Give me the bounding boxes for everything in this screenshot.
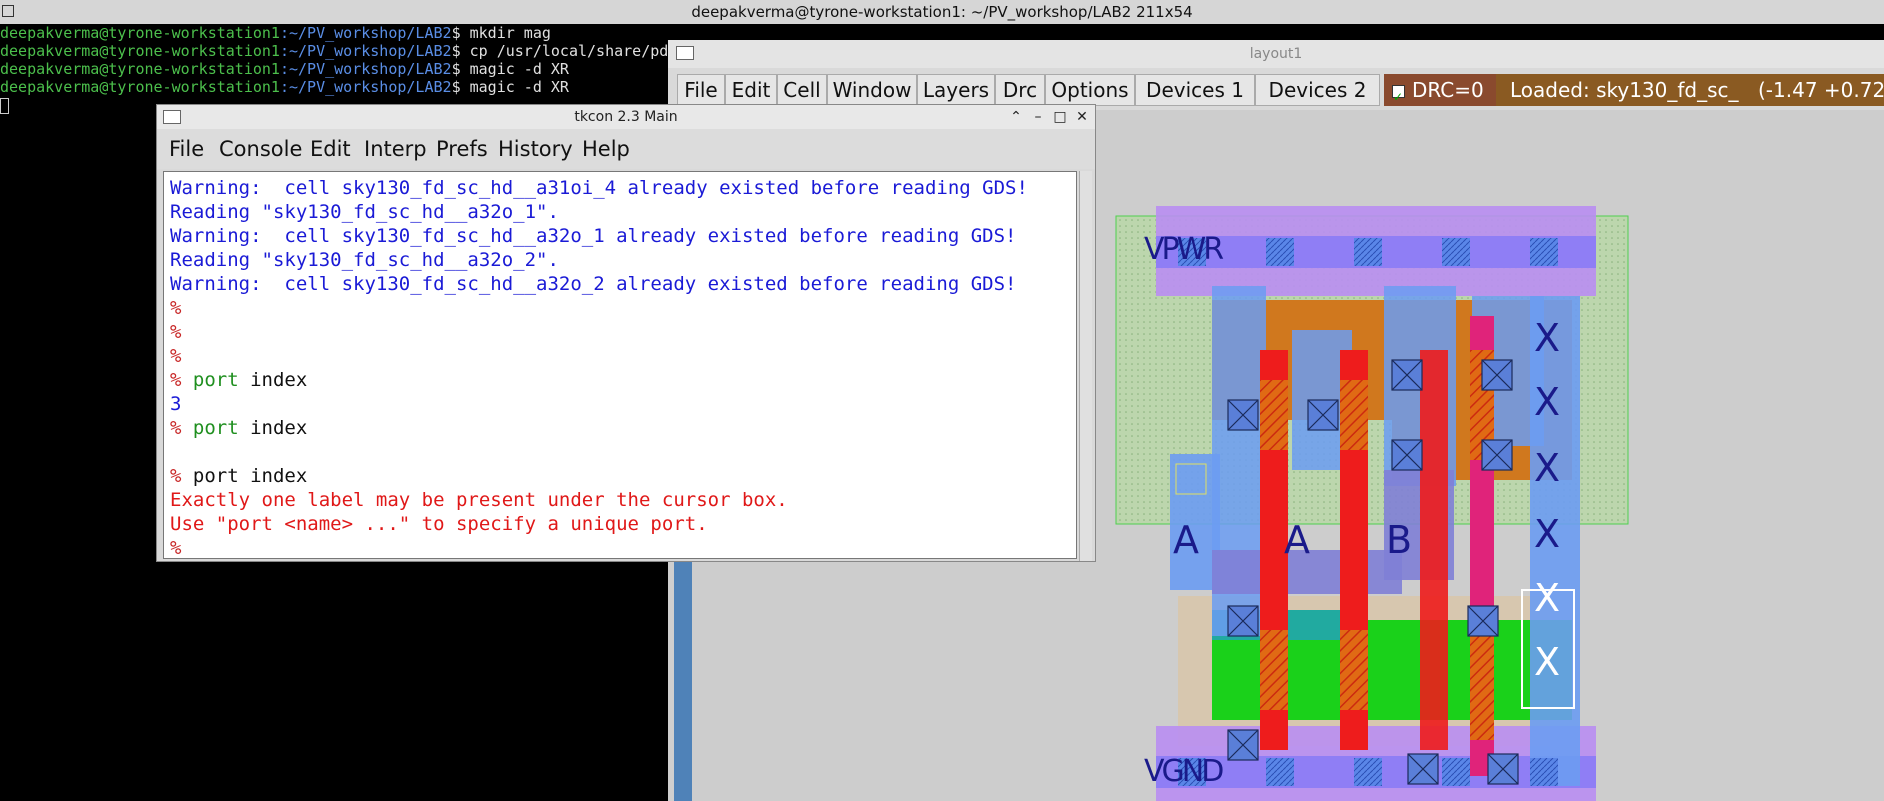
pmos-channel-1 [1260, 380, 1288, 450]
console-line: 3 [170, 393, 182, 415]
console-prompt: % [170, 417, 193, 439]
maximize-icon[interactable]: □ [1051, 108, 1069, 126]
tkcon-menu-file[interactable]: File [169, 137, 204, 161]
label-vpwr: VPWR [1144, 232, 1224, 267]
terminal-path: :~/PV_workshop/LAB2 [279, 42, 452, 60]
console-command: port [192, 369, 239, 391]
tkcon-scrollbar[interactable] [1079, 171, 1092, 561]
console-line: % [170, 537, 182, 559]
layout-menu-edit[interactable]: Edit [725, 74, 777, 106]
label-x-2: X [1534, 380, 1561, 424]
console-lines: Warning: cell sky130_fd_sc_hd__a31oi_4 a… [170, 176, 1076, 559]
layout-title-bar[interactable]: layout1 [668, 40, 1884, 68]
loaded-cell-status: Loaded: sky130_fd_sc_ (-1.47 +0.72 [1496, 74, 1884, 106]
console-prompt: % [170, 369, 193, 391]
layout-title: layout1 [1249, 46, 1303, 62]
tkcon-window: tkcon 2.3 Main ⌃ – □ ✕ File Console Edit… [156, 104, 1096, 562]
tkcon-menu-edit[interactable]: Edit [310, 137, 351, 161]
console-argument: index [238, 369, 308, 391]
layout-menu-cell[interactable]: Cell [777, 74, 827, 106]
label-x-4: X [1534, 512, 1561, 556]
tkcon-menu-help[interactable]: Help [582, 137, 630, 161]
label-vgnd: VGND [1144, 754, 1224, 789]
nmos-channel-2 [1340, 630, 1368, 710]
console-line: % [170, 345, 182, 367]
tkcon-console[interactable]: Warning: cell sky130_fd_sc_hd__a31oi_4 a… [163, 171, 1077, 559]
poly-gate-3 [1420, 350, 1448, 750]
console-line: % port index [170, 416, 1076, 440]
terminal-lines: deepakverma@tyrone-workstation1:~/PV_wor… [0, 24, 670, 114]
terminal-path: :~/PV_workshop/LAB2 [279, 78, 452, 96]
drc-toggle-button[interactable]: DRC=0 [1384, 74, 1496, 113]
terminal-user: deepakverma@tyrone-workstation1 [0, 60, 280, 78]
shade-icon[interactable]: ⌃ [1007, 108, 1025, 126]
label-x-1: X [1534, 316, 1561, 360]
terminal-command: $ mkdir mag [451, 24, 551, 42]
console-line: % [170, 297, 182, 319]
layout-menu-devices-1[interactable]: Devices 1 [1135, 74, 1255, 106]
terminal-cursor [0, 97, 9, 114]
console-argument: index [238, 417, 308, 439]
layout-menu-options[interactable]: Options [1045, 74, 1135, 106]
console-prompt: % [170, 465, 193, 487]
window-menu-icon[interactable] [676, 46, 694, 60]
console-line: Warning: cell sky130_fd_sc_hd__a32o_2 al… [170, 273, 1017, 295]
terminal-path: :~/PV_workshop/LAB2 [279, 24, 452, 42]
cursor-coords: (-1.47 +0.72 [1758, 78, 1884, 102]
console-line: Use "port <name> ..." to specify a uniqu… [170, 513, 708, 535]
terminal-user: deepakverma@tyrone-workstation1 [0, 42, 280, 60]
terminal-line: deepakverma@tyrone-workstation1:~/PV_wor… [0, 24, 670, 42]
nmos-channel-4 [1470, 630, 1494, 740]
terminal-command: $ magic -d XR [451, 60, 569, 78]
label-b: B [1386, 518, 1413, 562]
terminal-path: :~/PV_workshop/LAB2 [279, 60, 452, 78]
terminal-command: $ cp /usr/local/share/pdk [451, 42, 670, 60]
terminal-line: deepakverma@tyrone-workstation1:~/PV_wor… [0, 60, 670, 78]
layout-menu-window[interactable]: Window [827, 74, 917, 106]
terminal-window-icon[interactable] [2, 5, 14, 17]
terminal-command: $ magic -d XR [451, 78, 569, 96]
console-line: Reading "sky130_fd_sc_hd__a32o_2". [170, 249, 559, 271]
nmos-channel-1 [1260, 630, 1288, 710]
console-line: Warning: cell sky130_fd_sc_hd__a31oi_4 a… [170, 177, 1028, 199]
tkcon-menu-bar: File Console Edit Interp Prefs History H… [157, 129, 1095, 169]
tkcon-menu-interp[interactable]: Interp [364, 137, 427, 161]
minimize-icon[interactable]: – [1029, 108, 1047, 126]
layout-menu-file[interactable]: File [677, 74, 725, 106]
label-x-5: X [1534, 576, 1561, 620]
console-line: Reading "sky130_fd_sc_hd__a32o_1". [170, 201, 559, 223]
tkcon-menu-prefs[interactable]: Prefs [436, 137, 488, 161]
drc-count-label: DRC=0 [1412, 78, 1484, 102]
terminal-line: deepakverma@tyrone-workstation1:~/PV_wor… [0, 78, 670, 96]
label-a1: A [1173, 518, 1199, 562]
label-x-6: X [1534, 640, 1561, 684]
console-line: % port index [170, 368, 1076, 392]
layout-menu-devices-2[interactable]: Devices 2 [1255, 74, 1380, 106]
terminal-title-bar[interactable]: deepakverma@tyrone-workstation1: ~/PV_wo… [0, 0, 1884, 24]
close-icon[interactable]: ✕ [1073, 108, 1091, 126]
drc-checkbox[interactable] [1392, 81, 1405, 113]
terminal-title: deepakverma@tyrone-workstation1: ~/PV_wo… [691, 3, 1193, 21]
layout-menu-drc[interactable]: Drc [995, 74, 1045, 106]
tkcon-menu-history[interactable]: History [498, 137, 573, 161]
console-line: % [170, 321, 182, 343]
window-menu-icon[interactable] [163, 110, 181, 124]
terminal-user: deepakverma@tyrone-workstation1 [0, 78, 280, 96]
tkcon-title: tkcon 2.3 Main [574, 109, 678, 125]
console-line: % port index [170, 464, 1076, 488]
console-command: port index [192, 465, 308, 487]
label-a2: A [1284, 518, 1310, 562]
pmos-channel-2 [1340, 380, 1368, 450]
loaded-cell-text: Loaded: sky130_fd_sc_ [1510, 78, 1739, 102]
tkcon-title-bar[interactable]: tkcon 2.3 Main ⌃ – □ ✕ [157, 105, 1095, 129]
console-line: Warning: cell sky130_fd_sc_hd__a32o_1 al… [170, 225, 1017, 247]
layout-menu-layers[interactable]: Layers [917, 74, 995, 106]
console-line: Exactly one label may be present under t… [170, 489, 788, 511]
terminal-user: deepakverma@tyrone-workstation1 [0, 24, 280, 42]
tkcon-menu-console[interactable]: Console [219, 137, 302, 161]
label-x-3: X [1534, 446, 1561, 490]
console-command: port [192, 417, 239, 439]
terminal-line: deepakverma@tyrone-workstation1:~/PV_wor… [0, 42, 670, 60]
